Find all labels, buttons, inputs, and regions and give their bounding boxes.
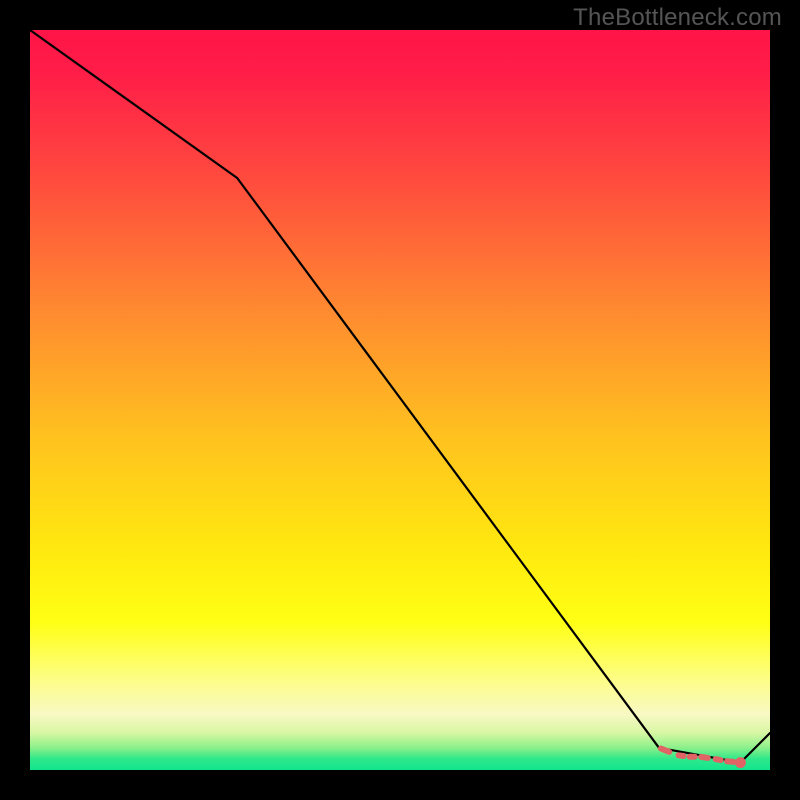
marker-dot xyxy=(735,757,746,768)
marker-dash xyxy=(716,759,721,760)
chart-svg xyxy=(30,30,770,770)
marker-dash xyxy=(701,757,708,758)
marker-dash xyxy=(661,749,669,752)
chart-frame: TheBottleneck.com xyxy=(0,0,800,800)
marker-dash xyxy=(679,755,684,756)
plot-area xyxy=(30,30,770,770)
watermark-text: TheBottleneck.com xyxy=(573,4,782,32)
marker-dash xyxy=(727,761,734,762)
curve-line xyxy=(30,30,770,763)
